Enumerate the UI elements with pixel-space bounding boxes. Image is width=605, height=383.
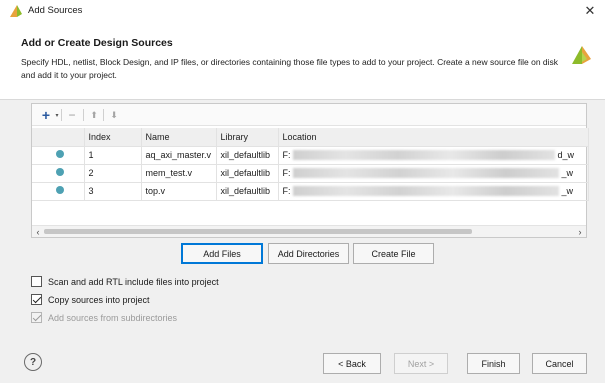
table-row[interactable]: 3 top.v xil_defaultlib F: _w <box>32 182 589 201</box>
table-row[interactable]: 2 mem_test.v xil_defaultlib F: _w <box>32 164 589 183</box>
location-start: F: <box>282 167 291 178</box>
close-icon[interactable]: ✕ <box>579 0 601 22</box>
scrollbar-thumb[interactable] <box>44 229 472 234</box>
back-button[interactable]: < Back <box>323 353 381 374</box>
row-name: mem_test.v <box>141 164 217 183</box>
checkbox-label: Add sources from subdirectories <box>48 312 178 323</box>
remove-icon[interactable]: − <box>64 107 80 123</box>
row-index: 3 <box>84 182 142 201</box>
vivado-logo-icon <box>10 5 22 17</box>
finish-button[interactable]: Finish <box>467 353 520 374</box>
row-library[interactable]: xil_defaultlib <box>216 164 279 183</box>
move-down-icon[interactable]: ⬇ <box>107 107 121 123</box>
column-header-index[interactable]: Index <box>84 128 142 147</box>
checkbox-label: Copy sources into project <box>48 294 150 305</box>
row-library[interactable]: xil_defaultlib <box>216 146 279 165</box>
table-header-row: Index Name Library Location <box>32 128 589 147</box>
toolbar-divider <box>103 109 104 121</box>
column-header-location[interactable]: Location <box>278 128 589 147</box>
checkbox-box[interactable] <box>31 276 42 287</box>
row-library[interactable]: xil_defaultlib <box>216 182 279 201</box>
create-file-button[interactable]: Create File <box>353 243 434 264</box>
add-dropdown-icon[interactable]: ▾ <box>54 107 60 123</box>
toolbar-divider <box>83 109 84 121</box>
add-directories-button[interactable]: Add Directories <box>268 243 349 264</box>
checkbox-box[interactable] <box>31 294 42 305</box>
status-dot-icon <box>56 150 64 158</box>
column-header-library[interactable]: Library <box>216 128 279 147</box>
status-column-header <box>32 128 85 147</box>
row-index: 2 <box>84 164 142 183</box>
table-row[interactable]: 1 aq_axi_master.v xil_defaultlib F: d_w <box>32 146 589 165</box>
cancel-button[interactable]: Cancel <box>532 353 587 374</box>
row-location: F: _w <box>278 182 589 201</box>
checkbox-box <box>31 312 42 323</box>
horizontal-scrollbar[interactable]: ‹ › <box>32 225 586 237</box>
row-location: F: d_w <box>278 146 589 165</box>
source-files-panel: + ▾ − ⬆ ⬇ Index Name Library Location 1 … <box>31 103 589 238</box>
wizard-header: Add or Create Design Sources Specify HDL… <box>0 22 605 100</box>
location-start: F: <box>282 185 291 196</box>
copy-sources-checkbox[interactable]: Copy sources into project <box>31 294 150 305</box>
row-name: aq_axi_master.v <box>141 146 217 165</box>
row-index: 1 <box>84 146 142 165</box>
redacted-path <box>293 186 560 197</box>
source-files-table: Index Name Library Location 1 aq_axi_mas… <box>32 128 589 201</box>
redacted-path <box>293 168 560 179</box>
page-title: Add or Create Design Sources <box>21 37 173 49</box>
window-titlebar: Add Sources ✕ <box>0 0 605 22</box>
move-up-icon[interactable]: ⬆ <box>87 107 101 123</box>
add-subdirectories-checkbox: Add sources from subdirectories <box>31 312 177 323</box>
scroll-right-icon[interactable]: › <box>574 226 586 237</box>
row-location: F: _w <box>278 164 589 183</box>
scroll-left-icon[interactable]: ‹ <box>32 226 44 237</box>
add-files-button[interactable]: Add Files <box>181 243 263 264</box>
row-name: top.v <box>141 182 217 201</box>
scan-rtl-checkbox[interactable]: Scan and add RTL include files into proj… <box>31 276 219 287</box>
status-dot-icon <box>56 168 64 176</box>
help-icon[interactable]: ? <box>24 353 42 371</box>
column-header-name[interactable]: Name <box>141 128 217 147</box>
status-dot-icon <box>56 186 64 194</box>
next-button: Next > <box>394 353 448 374</box>
location-start: F: <box>282 149 291 160</box>
location-end: _w <box>561 167 574 178</box>
toolbar-divider <box>61 109 62 121</box>
vivado-logo-icon <box>572 46 591 64</box>
page-description: Specify HDL, netlist, Block Design, and … <box>21 57 559 80</box>
files-toolbar: + ▾ − ⬆ ⬇ <box>32 104 586 126</box>
redacted-path <box>293 150 556 161</box>
location-end: _w <box>561 185 574 196</box>
add-icon[interactable]: + <box>38 107 54 123</box>
checkbox-label: Scan and add RTL include files into proj… <box>48 276 219 287</box>
window-title: Add Sources <box>28 5 83 16</box>
location-end: d_w <box>557 149 575 160</box>
